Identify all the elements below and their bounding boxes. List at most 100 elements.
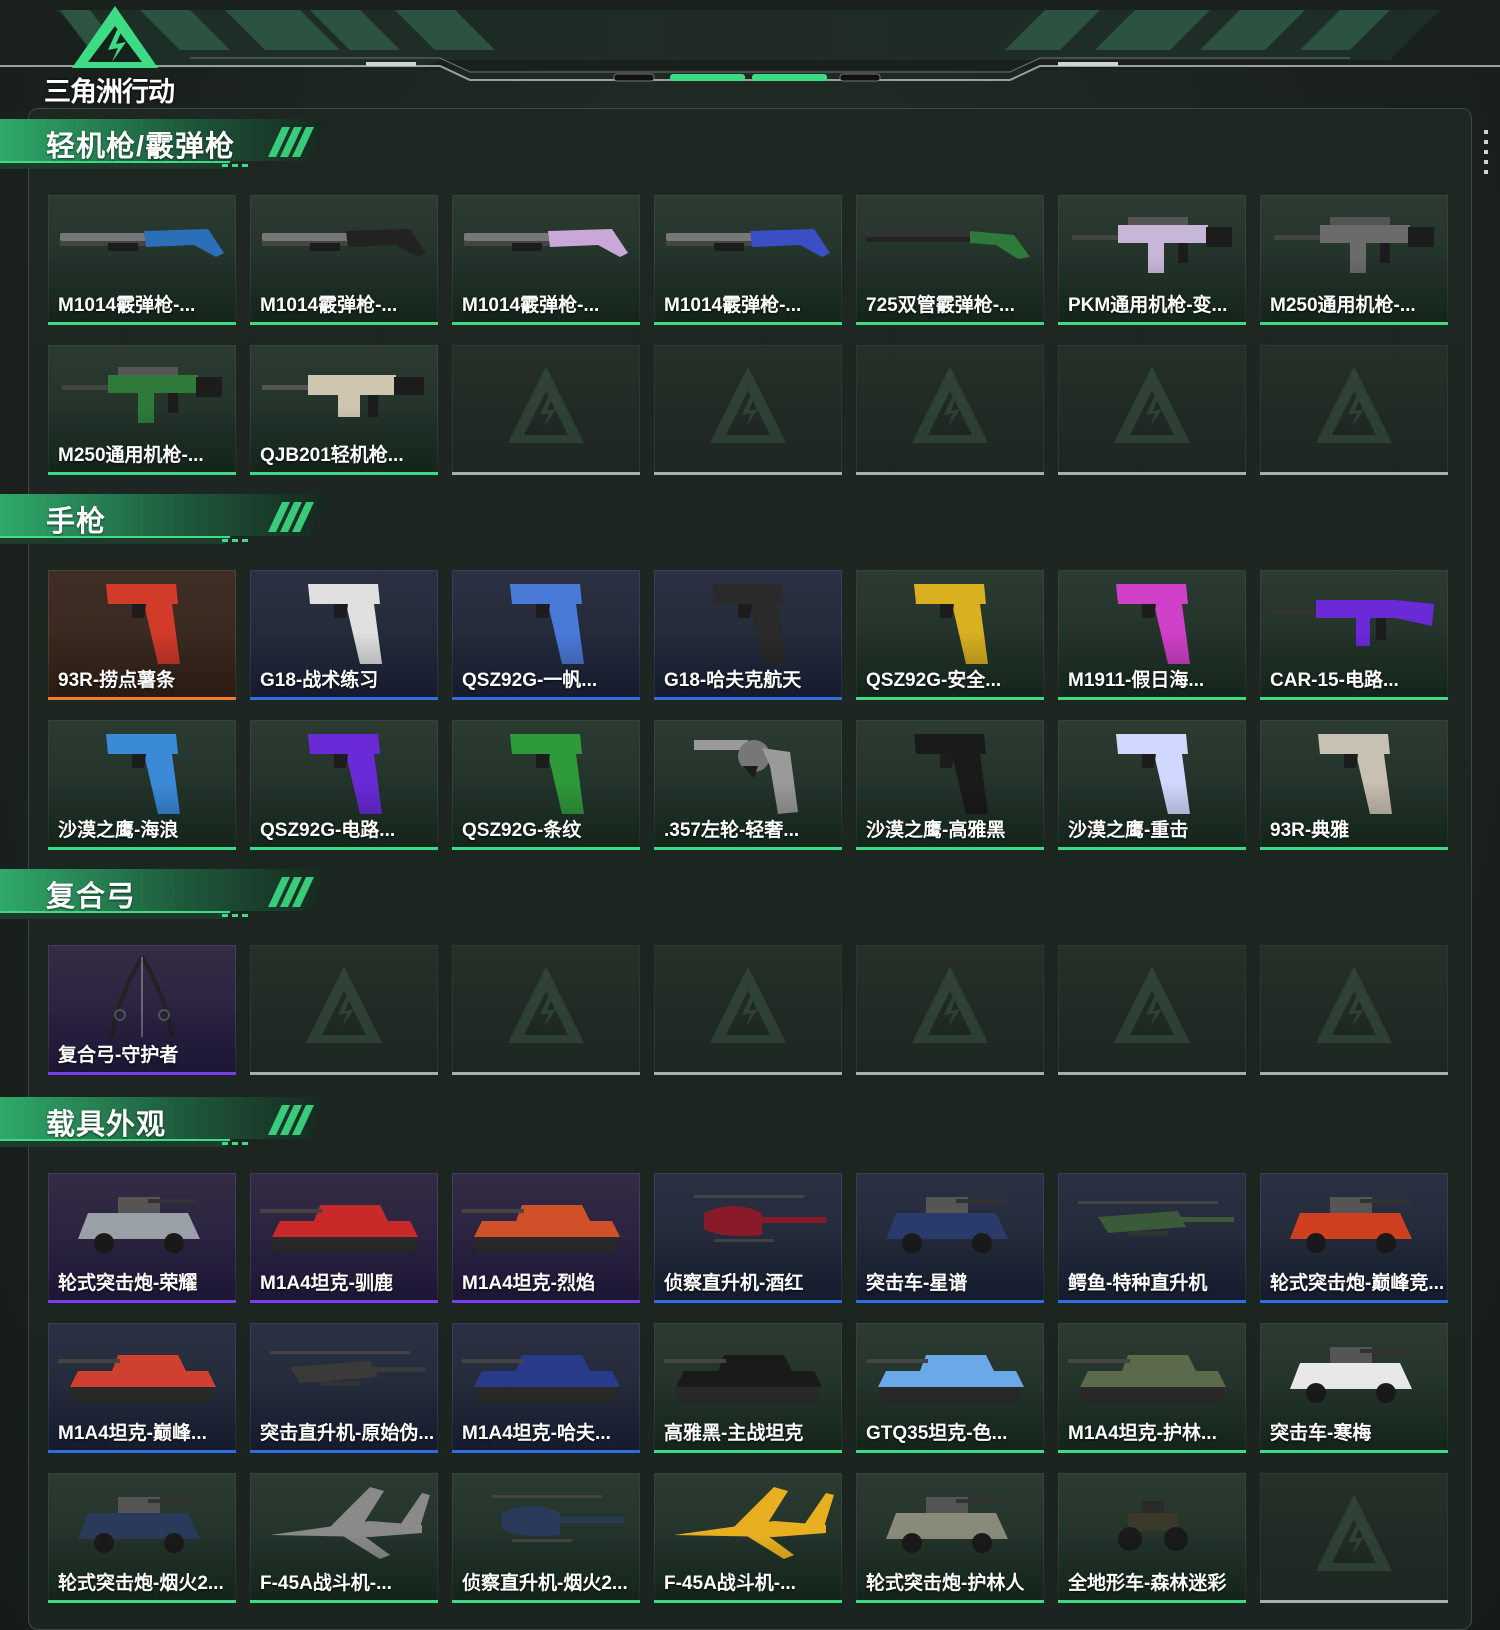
skin-name: F-45A战斗机-... xyxy=(260,1573,392,1594)
section-header: 复合弓 xyxy=(0,867,340,923)
skin-card[interactable]: M1014霰弹枪-... xyxy=(48,195,236,325)
empty-skin-slot[interactable] xyxy=(654,945,842,1075)
skin-name: 沙漠之鹰-海浪 xyxy=(58,820,179,841)
empty-skin-slot[interactable] xyxy=(1260,945,1448,1075)
skin-card[interactable]: M1A4坦克-驯鹿 xyxy=(250,1173,438,1303)
skin-card[interactable]: M1A4坦克-巅峰... xyxy=(48,1323,236,1453)
skin-card[interactable]: .357左轮-轻奢... xyxy=(654,720,842,850)
skin-name: QSZ92G-电路... xyxy=(260,820,396,841)
skin-card[interactable]: F-45A战斗机-... xyxy=(250,1473,438,1603)
empty-skin-slot[interactable] xyxy=(856,345,1044,475)
skin-name: G18-哈夫克航天 xyxy=(664,670,802,691)
skin-card[interactable]: 沙漠之鹰-重击 xyxy=(1058,720,1246,850)
skin-card[interactable]: 高雅黑-主战坦克 xyxy=(654,1323,842,1453)
section-title: 复合弓 xyxy=(46,881,137,913)
skin-card[interactable]: PKM通用机枪-变... xyxy=(1058,195,1246,325)
skin-card[interactable]: M250通用机枪-... xyxy=(48,345,236,475)
skin-card[interactable]: 轮式突击炮-巅峰竞... xyxy=(1260,1173,1448,1303)
empty-skin-slot[interactable] xyxy=(856,945,1044,1075)
skin-card[interactable]: M1911-假日海... xyxy=(1058,570,1246,700)
empty-skin-slot[interactable] xyxy=(654,345,842,475)
skin-card[interactable]: M1A4坦克-护林... xyxy=(1058,1323,1246,1453)
rarity-bar xyxy=(1260,1600,1448,1603)
game-logo: 三角洲行动 xyxy=(44,4,184,107)
skin-name: 轮式突击炮-烟火2... xyxy=(58,1573,224,1594)
skin-card[interactable]: 轮式突击炮-荣耀 xyxy=(48,1173,236,1303)
skin-card[interactable]: M1014霰弹枪-... xyxy=(452,195,640,325)
skin-card[interactable]: QJB201轻机枪... xyxy=(250,345,438,475)
rarity-bar xyxy=(452,322,640,325)
skin-card[interactable]: M250通用机枪-... xyxy=(1260,195,1448,325)
section-title: 轻机枪/霰弹枪 xyxy=(46,131,236,163)
empty-skin-slot[interactable] xyxy=(250,945,438,1075)
scrollbar[interactable] xyxy=(1484,130,1488,180)
rarity-bar xyxy=(48,322,236,325)
triangle-logo-icon xyxy=(72,6,158,68)
skin-card[interactable]: CAR-15-电路... xyxy=(1260,570,1448,700)
section-title: 手枪 xyxy=(46,506,107,538)
rarity-bar xyxy=(250,472,438,475)
skin-name: PKM通用机枪-变... xyxy=(1068,295,1228,316)
section-title: 载具外观 xyxy=(46,1109,167,1141)
skin-card[interactable]: QSZ92G-电路... xyxy=(250,720,438,850)
skin-card[interactable]: GTQ35坦克-色... xyxy=(856,1323,1044,1453)
rarity-bar xyxy=(1058,697,1246,700)
empty-skin-slot[interactable] xyxy=(1260,1473,1448,1603)
skin-card[interactable]: 复合弓-守护者 xyxy=(48,945,236,1075)
skin-name: G18-战术练习 xyxy=(260,670,379,691)
skin-card[interactable]: M1014霰弹枪-... xyxy=(250,195,438,325)
skin-card[interactable]: 侦察直升机-酒红 xyxy=(654,1173,842,1303)
skin-name: M1A4坦克-驯鹿 xyxy=(260,1273,394,1294)
skin-card[interactable]: 突击直升机-原始伪... xyxy=(250,1323,438,1453)
empty-skin-slot[interactable] xyxy=(452,345,640,475)
skin-name: M1014霰弹枪-... xyxy=(664,295,802,316)
skin-name: QSZ92G-一帆... xyxy=(462,670,598,691)
skin-card[interactable]: M1A4坦克-烈焰 xyxy=(452,1173,640,1303)
rarity-bar xyxy=(1260,472,1448,475)
rarity-bar xyxy=(250,1300,438,1303)
skin-card[interactable]: G18-战术练习 xyxy=(250,570,438,700)
empty-skin-slot[interactable] xyxy=(1058,945,1246,1075)
skin-card[interactable]: 沙漠之鹰-海浪 xyxy=(48,720,236,850)
skin-card[interactable]: 侦察直升机-烟火2... xyxy=(452,1473,640,1603)
skin-card[interactable]: QSZ92G-一帆... xyxy=(452,570,640,700)
rarity-bar xyxy=(1058,472,1246,475)
skin-card[interactable]: G18-哈夫克航天 xyxy=(654,570,842,700)
rarity-bar xyxy=(1058,1072,1246,1075)
skin-name: 全地形车-森林迷彩 xyxy=(1068,1573,1227,1594)
rarity-bar xyxy=(856,697,1044,700)
top-banner: 三角洲行动 xyxy=(0,0,1500,107)
skin-card[interactable]: 突击车-寒梅 xyxy=(1260,1323,1448,1453)
rarity-bar xyxy=(1260,322,1448,325)
rarity-bar xyxy=(654,1450,842,1453)
skin-card[interactable]: M1A4坦克-哈夫... xyxy=(452,1323,640,1453)
skin-card[interactable]: 全地形车-森林迷彩 xyxy=(1058,1473,1246,1603)
skin-name: F-45A战斗机-... xyxy=(664,1573,796,1594)
skin-card[interactable]: 沙漠之鹰-高雅黑 xyxy=(856,720,1044,850)
section-header: 载具外观 xyxy=(0,1095,340,1151)
skin-card[interactable]: QSZ92G-条纹 xyxy=(452,720,640,850)
skin-name: 侦察直升机-酒红 xyxy=(664,1273,804,1294)
rarity-bar xyxy=(48,1072,236,1075)
skin-card[interactable]: 轮式突击炮-烟火2... xyxy=(48,1473,236,1603)
skin-card[interactable]: F-45A战斗机-... xyxy=(654,1473,842,1603)
skin-name: GTQ35坦克-色... xyxy=(866,1423,1008,1444)
skin-name: M1A4坦克-哈夫... xyxy=(462,1423,611,1444)
skin-name: 高雅黑-主战坦克 xyxy=(664,1423,804,1444)
skin-card[interactable]: M1014霰弹枪-... xyxy=(654,195,842,325)
skin-name: M250通用机枪-... xyxy=(58,445,204,466)
rarity-bar xyxy=(48,847,236,850)
skin-card[interactable]: 93R-捞点薯条 xyxy=(48,570,236,700)
skin-name: 轮式突击炮-护林人 xyxy=(866,1573,1025,1594)
skin-name: 沙漠之鹰-高雅黑 xyxy=(866,820,1006,841)
skin-card[interactable]: 鳄鱼-特种直升机 xyxy=(1058,1173,1246,1303)
empty-skin-slot[interactable] xyxy=(452,945,640,1075)
skin-card[interactable]: QSZ92G-安全... xyxy=(856,570,1044,700)
rarity-bar xyxy=(856,1300,1044,1303)
skin-card[interactable]: 轮式突击炮-护林人 xyxy=(856,1473,1044,1603)
empty-skin-slot[interactable] xyxy=(1058,345,1246,475)
skin-card[interactable]: 突击车-星谱 xyxy=(856,1173,1044,1303)
skin-card[interactable]: 725双管霰弹枪-... xyxy=(856,195,1044,325)
empty-skin-slot[interactable] xyxy=(1260,345,1448,475)
skin-card[interactable]: 93R-典雅 xyxy=(1260,720,1448,850)
